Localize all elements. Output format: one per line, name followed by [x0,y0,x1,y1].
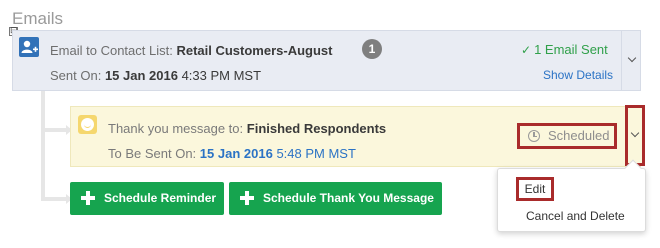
scheduled-status-text: Scheduled [548,128,610,143]
sent-time: 4:33 PM MST [181,68,262,83]
to-be-sent-line: To Be Sent On: 15 Jan 2016 5:48 PM MST [108,146,356,161]
schedule-reminder-button[interactable]: Schedule Reminder [70,182,224,215]
schedule-thank-you-label: Schedule Thank You Message [263,191,434,205]
to-be-sent-prefix: To Be Sent On: [108,146,197,161]
sent-date: 15 Jan 2016 [104,68,178,83]
chevron-down-icon [630,128,640,138]
plus-icon [81,191,95,205]
schedule-thank-you-button[interactable]: Schedule Thank You Message [229,182,442,215]
sent-prefix: Sent On: [50,68,102,83]
sent-on-line: Sent On: 15 Jan 2016 4:33 PM MST [50,68,261,83]
thank-you-options-toggle[interactable] [625,105,645,166]
chevron-down-icon [627,53,637,63]
thank-you-recipient-line: Thank you message to: Finished Responden… [108,121,386,136]
add-contact-icon [19,37,39,57]
menu-item-edit[interactable]: Edit [516,177,554,201]
contact-list-name: Retail Customers-August [176,43,333,58]
scheduled-status-badge: Scheduled [517,123,617,149]
email-prefix: Email to Contact List: [50,43,173,58]
plus-icon [240,191,254,205]
distribution-options-toggle[interactable] [621,31,641,90]
smiley-icon [78,115,97,134]
options-dropdown-menu: Edit Cancel and Delete [497,159,646,232]
sent-status-text: 1 Email Sent [534,42,608,57]
clock-icon [528,130,540,142]
section-title: Emails [12,9,64,28]
sent-status: ✓ 1 Email Sent [521,42,608,57]
check-icon: ✓ [521,43,532,57]
scheduled-time: 5:48 PM MST [276,146,356,161]
scheduled-date: 15 Jan 2016 [199,146,273,161]
distribution-card: Email to Contact List: Retail Customers-… [12,30,641,91]
thank-you-card: Thank you message to: Finished Responden… [70,105,645,167]
tree-connector [41,91,45,201]
menu-item-cancel-and-delete[interactable]: Cancel and Delete [526,209,625,223]
show-details-link[interactable]: Show Details [543,68,613,82]
recipient-group: Finished Respondents [246,121,387,136]
schedule-reminder-label: Schedule Reminder [104,191,217,205]
count-badge: 1 [362,39,382,59]
thank-you-prefix: Thank you message to: [108,121,244,136]
email-recipient-line: Email to Contact List: Retail Customers-… [50,43,332,58]
